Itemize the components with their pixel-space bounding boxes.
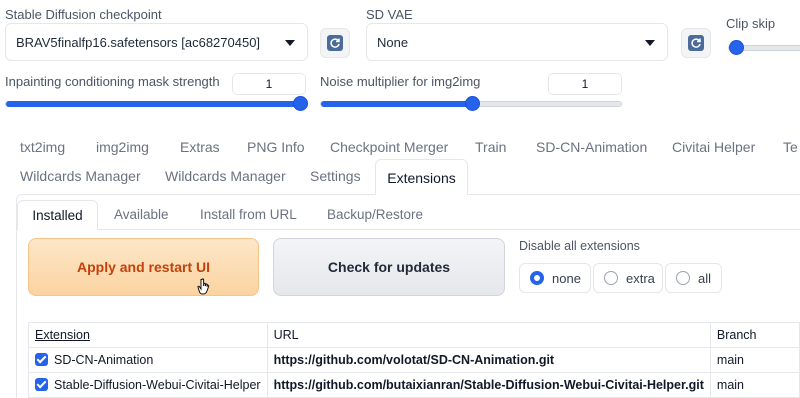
extensions-table: Extension URL Branch SD-CN-Animation htt…	[28, 322, 800, 398]
extension-branch: main	[709, 347, 800, 373]
check-updates-button[interactable]: Check for updates	[273, 238, 505, 296]
radio-extra-label: extra	[626, 270, 655, 286]
extension-name: SD-CN-Animation	[54, 353, 154, 367]
radio-extra[interactable]: extra	[593, 263, 663, 293]
enabled-checkbox[interactable]	[35, 378, 48, 391]
column-header-branch: Branch	[709, 322, 800, 348]
radio-unselected-icon	[676, 271, 690, 285]
clip-skip-label: Clip skip	[726, 16, 776, 31]
extension-branch: main	[709, 372, 800, 398]
radio-none-label: none	[552, 270, 581, 286]
clip-skip-slider[interactable]	[728, 40, 800, 55]
apply-restart-button[interactable]: Apply and restart UI	[28, 238, 259, 296]
subtab-backup-restore[interactable]: Backup/Restore	[327, 207, 423, 222]
extension-cell: Stable-Diffusion-Webui-Civitai-Helper	[28, 372, 268, 398]
tab-settings[interactable]: Settings	[310, 168, 361, 184]
radio-none[interactable]: none	[519, 263, 591, 293]
inpaint-mask-slider[interactable]	[5, 96, 308, 111]
subtab-available[interactable]: Available	[114, 207, 169, 222]
tab-extras[interactable]: Extras	[180, 139, 220, 155]
tab-civitai-helper[interactable]: Civitai Helper	[672, 139, 755, 155]
tab-txt2img[interactable]: txt2img	[20, 139, 65, 155]
vae-label: SD VAE	[366, 7, 413, 22]
subtab-install-from-url[interactable]: Install from URL	[200, 207, 297, 222]
column-header-url: URL	[266, 322, 711, 348]
noise-mult-input[interactable]: 1	[548, 73, 622, 95]
enabled-checkbox[interactable]	[35, 353, 48, 366]
subtab-installed[interactable]: Installed	[17, 200, 98, 230]
subtab-divider	[98, 229, 800, 230]
extension-cell: SD-CN-Animation	[28, 347, 268, 373]
tab-train[interactable]: Train	[475, 139, 506, 155]
noise-mult-label: Noise multiplier for img2img	[320, 74, 481, 89]
extension-url: https://github.com/volotat/SD-CN-Animati…	[266, 347, 711, 373]
radio-all[interactable]: all	[665, 263, 722, 293]
tab-wildcards-manager-1[interactable]: Wildcards Manager	[20, 168, 141, 184]
noise-mult-slider[interactable]	[320, 96, 622, 111]
checkpoint-value: BRAV5finalfp16.safetensors [ac68270450]	[16, 34, 261, 50]
chevron-down-icon	[645, 40, 655, 46]
tab-img2img[interactable]: img2img	[96, 139, 149, 155]
vae-refresh-button[interactable]	[681, 28, 711, 58]
radio-unselected-icon	[604, 271, 618, 285]
tab-checkpoint-merger[interactable]: Checkpoint Merger	[330, 139, 448, 155]
table-header-row: Extension URL Branch	[28, 322, 800, 348]
table-row: SD-CN-Animation https://github.com/volot…	[28, 347, 800, 373]
vae-select[interactable]: None	[366, 23, 668, 61]
vae-value: None	[377, 34, 409, 50]
hand-pointer-cursor-icon	[197, 278, 210, 295]
disable-all-label: Disable all extensions	[519, 239, 640, 253]
refresh-icon	[688, 35, 704, 51]
table-row: Stable-Diffusion-Webui-Civitai-Helper ht…	[28, 372, 800, 398]
tab-sd-cn-animation[interactable]: SD-CN-Animation	[536, 139, 647, 155]
column-header-extension[interactable]: Extension	[28, 322, 268, 348]
extension-name: Stable-Diffusion-Webui-Civitai-Helper	[54, 378, 261, 392]
radio-all-label: all	[698, 270, 712, 286]
tab-extensions[interactable]: Extensions	[375, 159, 468, 195]
checkpoint-refresh-button[interactable]	[320, 28, 350, 58]
refresh-icon	[327, 35, 343, 51]
inpaint-mask-input[interactable]: 1	[232, 73, 306, 95]
inpaint-mask-label: Inpainting conditioning mask strength	[5, 74, 220, 89]
extension-url: https://github.com/butaixianran/Stable-D…	[266, 372, 711, 398]
checkpoint-label: Stable Diffusion checkpoint	[5, 7, 162, 22]
tab-wildcards-manager-2[interactable]: Wildcards Manager	[165, 168, 286, 184]
checkpoint-select[interactable]: BRAV5finalfp16.safetensors [ac68270450]	[5, 23, 308, 61]
tab-png-info[interactable]: PNG Info	[247, 139, 305, 155]
radio-selected-icon	[530, 271, 544, 285]
chevron-down-icon	[285, 40, 295, 46]
tab-truncated[interactable]: Te	[783, 139, 798, 155]
